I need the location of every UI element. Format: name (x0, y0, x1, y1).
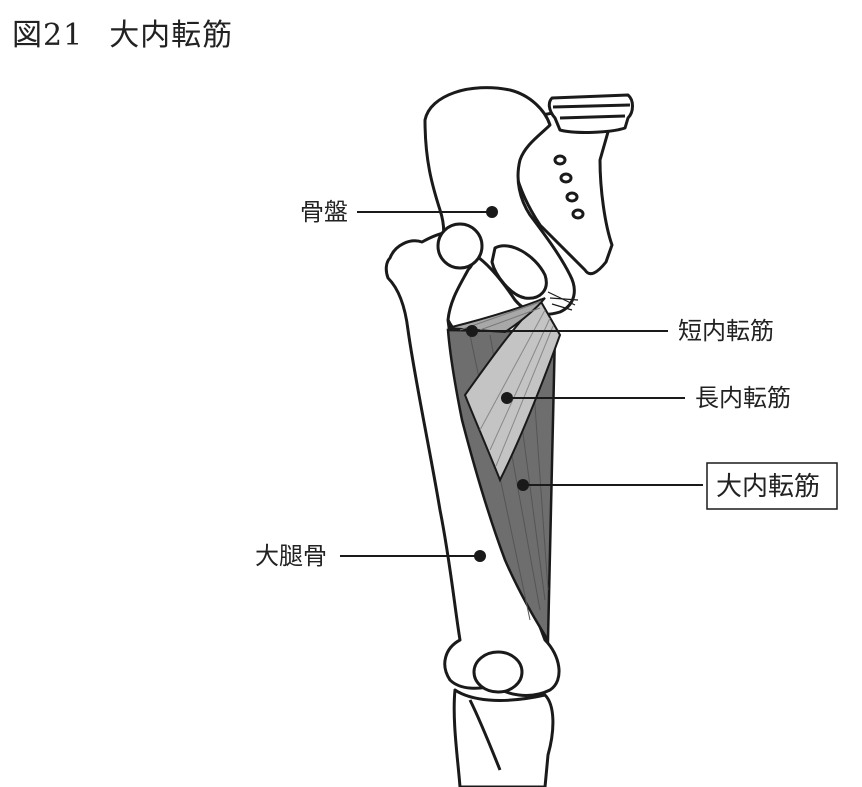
adductor-magnus-callout-dot (517, 479, 529, 491)
adductor-longus-callout-dot (501, 392, 513, 404)
femur-label: 大腿骨 (255, 542, 327, 570)
vertebra (547, 93, 634, 134)
adductor-brevis-label: 短内転筋 (678, 317, 774, 345)
adductor-magnus-label: 大内転筋 (716, 472, 820, 502)
tibia (452, 688, 555, 787)
femoral-head (436, 222, 484, 270)
pelvis-label: 骨盤 (300, 198, 348, 226)
adductor-longus-label: 長内転筋 (695, 384, 791, 412)
pelvis-callout-dot (486, 206, 498, 218)
adductor-brevis-callout-dot (466, 325, 478, 337)
anatomy-diagram: 骨盤 短内転筋 長内転筋 大内転筋 大腿骨 (255, 86, 838, 787)
patella (472, 650, 524, 694)
femur-callout-dot (474, 550, 486, 562)
